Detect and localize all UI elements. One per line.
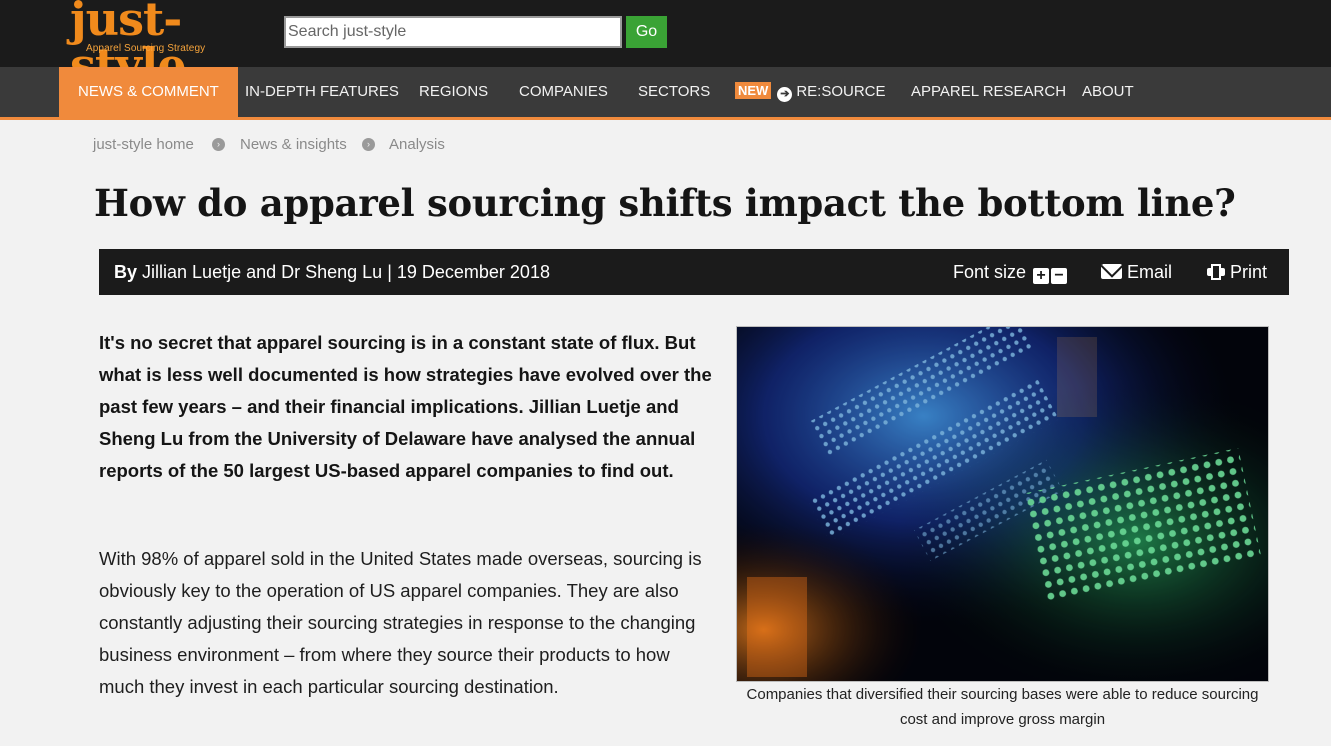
email-button[interactable]: Email [1101, 249, 1172, 295]
font-size-label: Font size [953, 262, 1027, 282]
font-increase-icon[interactable]: + [1033, 268, 1050, 284]
email-icon [1101, 264, 1122, 279]
new-badge: NEW [735, 82, 772, 99]
byline: By Jillian Luetje and Dr Sheng Lu | 19 D… [114, 249, 550, 295]
article-paragraph: With 98% of apparel sold in the United S… [99, 548, 702, 697]
article-image [736, 326, 1269, 682]
nav-item-resource-label: RE:SOURCE [796, 83, 886, 100]
nav-item-sectors[interactable]: SECTORS [638, 67, 710, 117]
search-input[interactable] [284, 16, 622, 48]
nav-item-companies[interactable]: COMPANIES [519, 67, 608, 117]
site-logo[interactable]: just-style Apparel Sourcing Strategy [70, 0, 265, 88]
byline-bar: By Jillian Luetje and Dr Sheng Lu | 19 D… [99, 249, 1289, 295]
stock-ticker-image [737, 327, 1268, 681]
nav-item-apparel-research[interactable]: APPAREL RESEARCH [911, 67, 1066, 117]
nav-item-regions[interactable]: REGIONS [419, 67, 488, 117]
breadcrumb-chevron-icon: › [362, 138, 375, 151]
resource-arrow-icon: ➔ [777, 87, 793, 102]
top-bar: just-style Apparel Sourcing Strategy Go [0, 0, 1331, 88]
nav-item-news-comment[interactable]: NEWS & COMMENT [59, 67, 238, 117]
nav-item-about[interactable]: ABOUT [1082, 67, 1134, 117]
main-nav: NEWS & COMMENT IN-DEPTH FEATURES REGIONS… [0, 67, 1331, 117]
print-label: Print [1230, 262, 1268, 282]
font-decrease-icon[interactable]: − [1051, 268, 1068, 284]
article-lead: It's no secret that apparel sourcing is … [99, 332, 712, 481]
nav-accent-line [0, 117, 1331, 120]
breadcrumb-news-insights[interactable]: News & insights [240, 136, 347, 153]
breadcrumb-home[interactable]: just-style home [93, 136, 194, 153]
font-size-control: Font size + − [953, 249, 1068, 295]
nav-item-in-depth-features[interactable]: IN-DEPTH FEATURES [245, 67, 399, 117]
email-label: Email [1127, 262, 1173, 282]
printer-icon [1207, 264, 1225, 280]
nav-item-resource[interactable]: NEW ➔ RE:SOURCE [735, 67, 886, 117]
byline-prefix: By [114, 262, 138, 282]
byline-authors-date: Jillian Luetje and Dr Sheng Lu | 19 Dece… [142, 262, 550, 282]
page-title: How do apparel sourcing shifts impact th… [94, 181, 1236, 225]
breadcrumb-analysis[interactable]: Analysis [389, 136, 445, 153]
breadcrumb-chevron-icon: › [212, 138, 225, 151]
logo-tagline: Apparel Sourcing Strategy [86, 43, 206, 54]
search-go-button[interactable]: Go [626, 16, 667, 48]
image-caption: Companies that diversified their sourcin… [746, 686, 1259, 728]
print-button[interactable]: Print [1207, 249, 1267, 295]
